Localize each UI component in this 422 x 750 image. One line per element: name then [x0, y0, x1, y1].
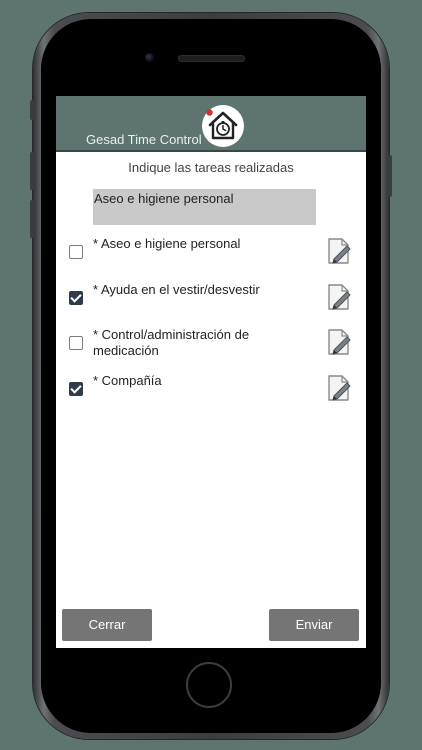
side-button-volume-up: [30, 152, 34, 190]
task-label: * Compañía: [93, 373, 162, 388]
task-row: * Compañía: [56, 373, 366, 417]
edit-note-icon[interactable]: [326, 327, 352, 357]
task-label: * Ayuda en el vestir/desvestir: [93, 282, 260, 297]
task-label: * Control/administración de medicación: [93, 327, 250, 358]
side-button-power: [388, 155, 392, 197]
task-checkbox[interactable]: [69, 382, 83, 396]
check-icon: [70, 382, 82, 394]
edit-note-icon[interactable]: [326, 282, 352, 312]
edit-note-icon[interactable]: [326, 236, 352, 266]
phone-mockup: Gesad Time Control Indique las tareas re…: [0, 0, 422, 750]
close-button[interactable]: Cerrar: [62, 609, 152, 641]
side-button-volume-down: [30, 200, 34, 238]
app-header: Gesad Time Control: [56, 96, 366, 152]
task-row: * Ayuda en el vestir/desvestir: [56, 282, 366, 326]
house-clock-icon: [202, 105, 244, 147]
side-button-silent: [30, 100, 34, 120]
check-icon: [70, 291, 82, 303]
selected-task-field[interactable]: Aseo e higiene personal: [93, 189, 316, 225]
instruction-text: Indique las tareas realizadas: [128, 160, 294, 175]
home-button: [186, 662, 232, 708]
task-row: * Control/administración de medicación: [56, 327, 366, 371]
edit-note-icon[interactable]: [326, 373, 352, 403]
send-button[interactable]: Enviar: [269, 609, 359, 641]
task-checkbox[interactable]: [69, 245, 83, 259]
task-label: * Aseo e higiene personal: [93, 236, 241, 251]
app-title: Gesad Time Control: [86, 132, 202, 147]
task-checkbox[interactable]: [69, 291, 83, 305]
task-checkbox[interactable]: [69, 336, 83, 350]
earpiece-speaker: [178, 55, 245, 62]
front-camera: [145, 53, 154, 62]
task-row: * Aseo e higiene personal: [56, 236, 366, 280]
app-screen: Gesad Time Control Indique las tareas re…: [56, 96, 366, 648]
